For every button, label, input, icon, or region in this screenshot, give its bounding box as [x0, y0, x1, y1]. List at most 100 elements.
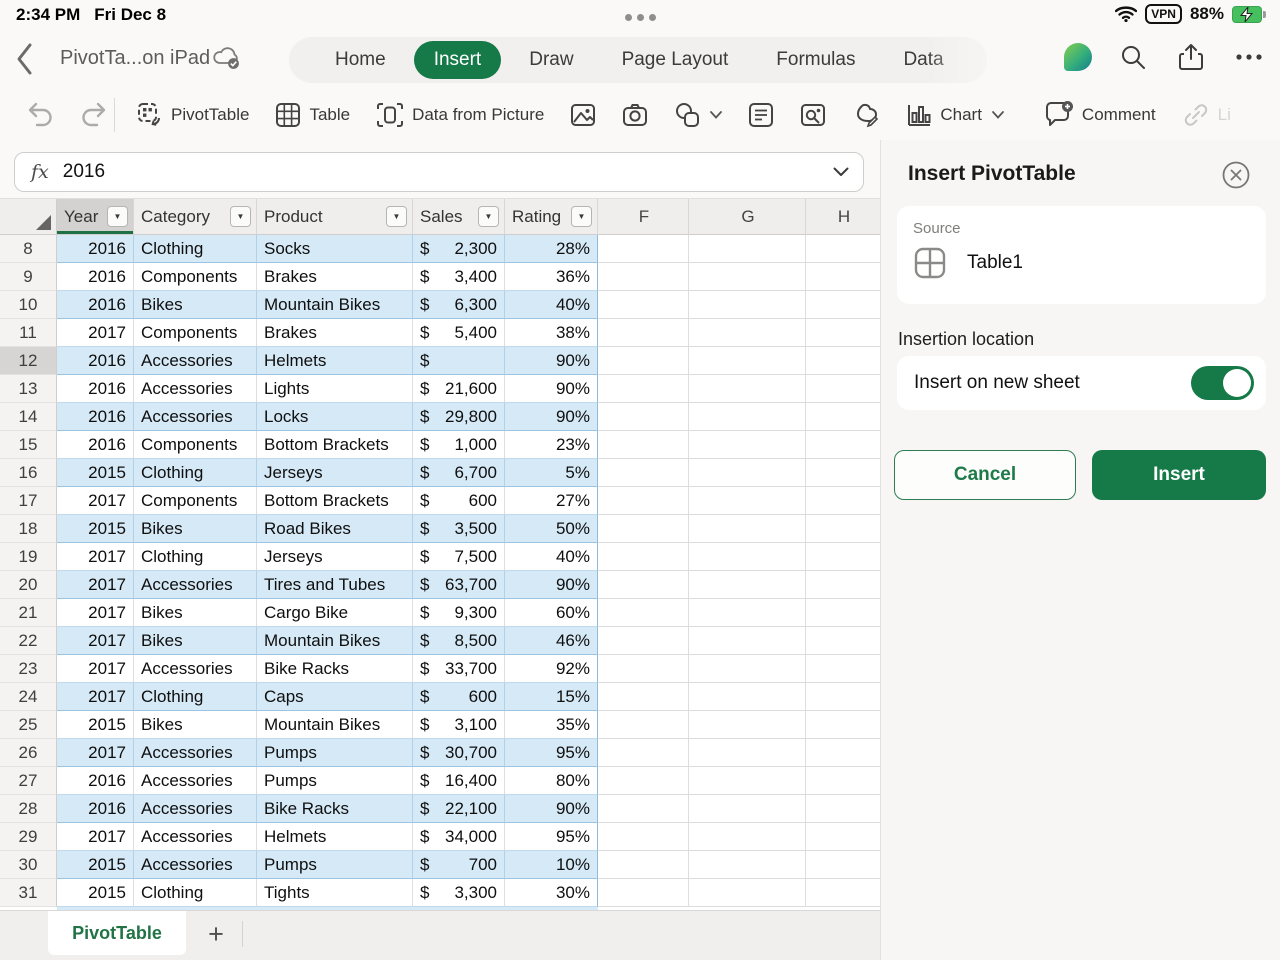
empty-cell[interactable] [806, 403, 880, 431]
empty-cell[interactable] [689, 599, 806, 627]
cell-category[interactable]: Accessories [134, 375, 257, 403]
image-search-button[interactable] [800, 103, 826, 127]
row-header[interactable]: 31 [0, 879, 57, 907]
cell-sales[interactable]: $7,500 [413, 543, 505, 571]
cell-sales[interactable]: $700 [413, 851, 505, 879]
insert-picture-button[interactable] [570, 103, 596, 127]
empty-cell[interactable] [598, 571, 689, 599]
empty-cell[interactable] [689, 263, 806, 291]
cell-rating[interactable]: 36% [505, 263, 598, 291]
cell-year[interactable]: 2016 [57, 795, 134, 823]
row-header[interactable]: 26 [0, 739, 57, 767]
cell-product[interactable]: Pumps [257, 739, 413, 767]
empty-cell[interactable] [806, 543, 880, 571]
row-header[interactable]: 16 [0, 459, 57, 487]
empty-cell[interactable] [806, 319, 880, 347]
empty-cell[interactable] [806, 515, 880, 543]
empty-cell[interactable] [689, 403, 806, 431]
cell-year[interactable]: 2016 [57, 347, 134, 375]
empty-cell[interactable] [598, 851, 689, 879]
empty-cell[interactable] [689, 823, 806, 851]
cell-product[interactable]: Tires and Tubes [257, 571, 413, 599]
sheet-tab-pivottable[interactable]: PivotTable [48, 911, 186, 955]
cell-sales[interactable]: $29,800 [413, 403, 505, 431]
cell-category[interactable]: Bikes [134, 711, 257, 739]
cell-rating[interactable]: 90% [505, 795, 598, 823]
back-button[interactable] [14, 42, 44, 76]
cell-category[interactable]: Accessories [134, 767, 257, 795]
cell-rating[interactable]: 92% [505, 655, 598, 683]
undo-icon[interactable] [26, 102, 54, 128]
cell-year[interactable]: 2017 [57, 739, 134, 767]
cell-product[interactable]: Pumps [257, 851, 413, 879]
filter-icon[interactable]: ▼ [478, 206, 499, 227]
empty-cell[interactable] [806, 235, 880, 263]
cell-product[interactable]: Socks [257, 235, 413, 263]
cell-year[interactable]: 2015 [57, 851, 134, 879]
filter-icon[interactable]: ▼ [107, 206, 128, 227]
empty-cell[interactable] [689, 375, 806, 403]
cell-rating[interactable]: 90% [505, 347, 598, 375]
empty-cell[interactable] [689, 795, 806, 823]
empty-cell[interactable] [598, 683, 689, 711]
cell-sales[interactable]: $63,700 [413, 571, 505, 599]
cell-product[interactable]: Mountain Bikes [257, 711, 413, 739]
empty-cell[interactable] [598, 235, 689, 263]
cell-rating[interactable]: 46% [505, 627, 598, 655]
cell-sales[interactable]: $600 [413, 487, 505, 515]
cell-rating[interactable]: 23% [505, 431, 598, 459]
cell-rating[interactable]: 10% [505, 851, 598, 879]
empty-cell[interactable] [806, 739, 880, 767]
empty-cell[interactable] [598, 347, 689, 375]
empty-cell[interactable] [689, 543, 806, 571]
cell-rating[interactable]: 50% [505, 515, 598, 543]
cell-category[interactable]: Clothing [134, 683, 257, 711]
empty-cell[interactable] [806, 263, 880, 291]
cell-product[interactable]: Bike Racks [257, 795, 413, 823]
row-header[interactable]: 18 [0, 515, 57, 543]
empty-cell[interactable] [806, 795, 880, 823]
close-icon[interactable] [1222, 161, 1250, 189]
empty-cell[interactable] [689, 235, 806, 263]
search-icon[interactable] [1116, 40, 1150, 74]
more-options-icon[interactable] [1232, 40, 1266, 74]
cell-year[interactable]: 2017 [57, 571, 134, 599]
cell-sales[interactable]: $3,300 [413, 879, 505, 907]
cell-category[interactable]: Components [134, 319, 257, 347]
cell-year[interactable]: 2016 [57, 403, 134, 431]
filter-icon[interactable]: ▼ [230, 206, 251, 227]
cell-product[interactable]: Brakes [257, 263, 413, 291]
cell-category[interactable]: Accessories [134, 851, 257, 879]
empty-cell[interactable] [806, 655, 880, 683]
formula-bar[interactable]: fx 2016 [14, 152, 864, 192]
cell-rating[interactable]: 90% [505, 571, 598, 599]
cell-year[interactable]: 2017 [57, 655, 134, 683]
row-header[interactable]: 30 [0, 851, 57, 879]
tab-review[interactable]: Review [972, 41, 987, 79]
cell-product[interactable]: Mountain Bikes [257, 627, 413, 655]
cell-sales[interactable]: $9,300 [413, 599, 505, 627]
source-card[interactable]: Source Table1 [897, 206, 1266, 304]
cell-category[interactable]: Components [134, 431, 257, 459]
row-header[interactable]: 13 [0, 375, 57, 403]
cell-year[interactable]: 2017 [57, 823, 134, 851]
share-icon[interactable] [1174, 40, 1208, 74]
shapes-button[interactable] [674, 102, 723, 128]
cell-rating[interactable]: 90% [505, 403, 598, 431]
row-header[interactable]: 25 [0, 711, 57, 739]
empty-cell[interactable] [598, 291, 689, 319]
empty-cell[interactable] [689, 431, 806, 459]
redo-icon[interactable] [80, 102, 108, 128]
cell-rating[interactable]: 30% [505, 879, 598, 907]
empty-cell[interactable] [598, 879, 689, 907]
cell-rating[interactable]: 28% [505, 235, 598, 263]
camera-button[interactable] [622, 103, 648, 127]
table-button[interactable]: Table [275, 102, 350, 128]
cell-product[interactable]: Helmets [257, 347, 413, 375]
cell-product[interactable]: Caps [257, 683, 413, 711]
cell-product[interactable]: Bottom Brackets [257, 431, 413, 459]
cell-sales[interactable]: $3,100 [413, 711, 505, 739]
empty-cell[interactable] [806, 879, 880, 907]
cell-sales[interactable]: $34,000 [413, 823, 505, 851]
cell-product[interactable]: Jerseys [257, 459, 413, 487]
